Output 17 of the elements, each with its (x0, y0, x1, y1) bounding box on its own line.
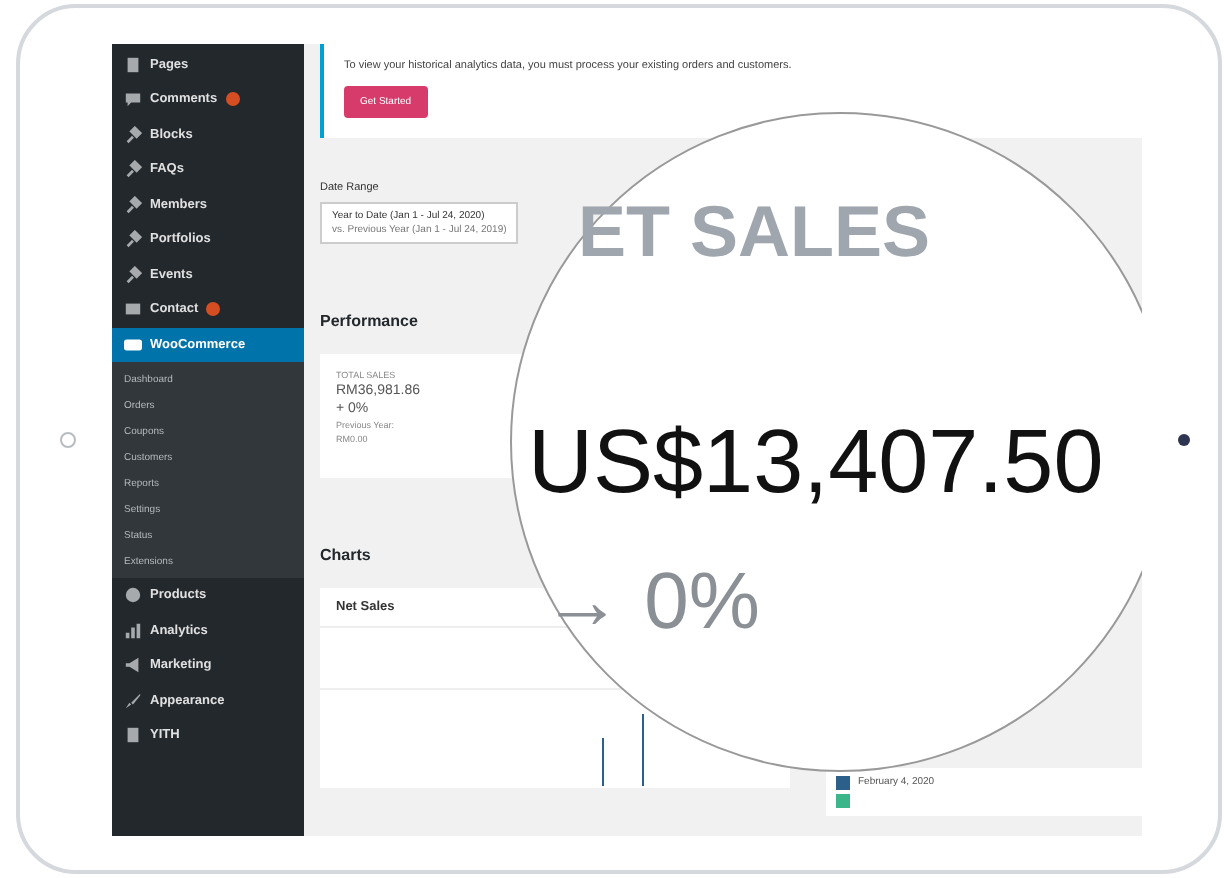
menu-icon (124, 656, 142, 675)
menu-icon (124, 691, 142, 710)
magnified-heading: ET SALES (578, 189, 931, 273)
menu-icon (124, 726, 142, 745)
camera-icon (1178, 433, 1190, 445)
home-button[interactable] (60, 431, 76, 447)
menu-icon (124, 160, 142, 179)
section-title: Performance (320, 311, 418, 329)
menu-icon (124, 586, 142, 605)
menu-icon (124, 621, 142, 640)
menu-icon (124, 265, 142, 284)
menu-icon (124, 195, 142, 214)
bar-chart-drawing (602, 713, 646, 785)
menu-icon (124, 230, 142, 249)
magnified-value: US$13,407.50 (528, 409, 1104, 513)
section-title: Charts (320, 545, 371, 563)
menu-icon (124, 125, 142, 144)
